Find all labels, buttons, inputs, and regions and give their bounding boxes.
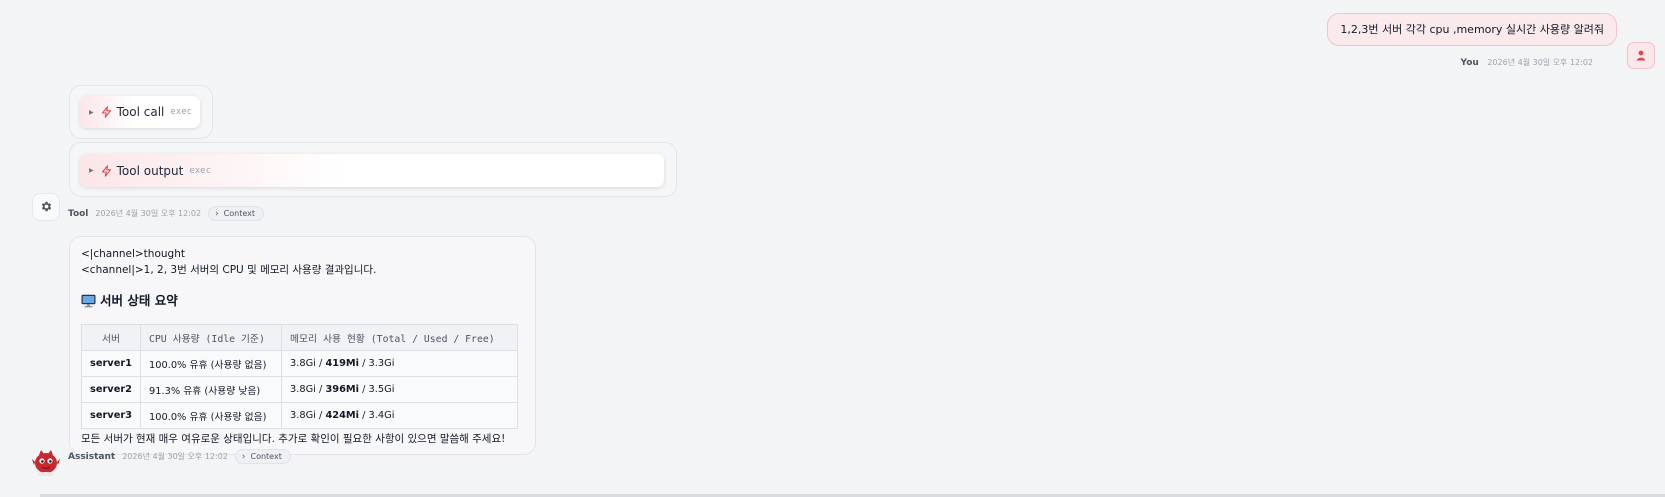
assistant-line-2: <channel|>1, 2, 3번 서버의 CPU 및 메모리 사용량 결과입… [81,264,377,276]
cpu-usage: 100.0% 유휴 (사용량 없음) [140,402,282,429]
tool-timestamp: 2026년 4월 30일 오후 12:02 [95,209,202,218]
assistant-message-bubble: <|channel>thought <channel|>1, 2, 3번 서버의… [69,236,536,455]
person-icon [1636,46,1646,65]
tool-avatar [32,193,60,221]
tool-output-block: ▶ Tool output exec [69,142,677,197]
tool-call-block: ▶ Tool call exec [69,85,213,139]
chevron-right-icon: › [241,451,246,462]
user-message-text: 1,2,3번 서버 각각 cpu ,memory 실시간 사용량 알려줘 [1340,23,1604,36]
context-label: Context [223,209,256,218]
mem-free: 3.3Gi [368,358,395,369]
header-server: 서버 [81,324,141,351]
chevron-right-icon: › [215,208,219,219]
user-avatar [1627,42,1655,69]
table-row: server1 100.0% 유휴 (사용량 없음) 3.8Gi / 419Mi… [81,350,518,377]
header-memory: 메모리 사용 현황 (Total / Used / Free) [281,324,518,351]
assistant-meta: Assistant 2026년 4월 30일 오후 12:02 › Contex… [68,449,291,464]
mem-used: 424Mi [325,410,359,421]
server-table: 서버 CPU 사용량 (Idle 기준) 메모리 사용 현황 (Total / … [81,324,518,429]
mem-free: 3.5Gi [368,384,395,395]
header-cpu: CPU 사용량 (Idle 기준) [140,324,282,351]
memory-usage: 3.8Gi / 419Mi / 3.3Gi [281,350,518,377]
memory-usage: 3.8Gi / 396Mi / 3.5Gi [281,376,518,403]
assistant-timestamp: 2026년 4월 30일 오후 12:02 [122,452,228,461]
mem-used: 396Mi [325,384,359,395]
server-name: server3 [81,402,141,429]
assistant-footer-text: 모든 서버가 현재 매우 여유로운 상태입니다. 추가로 확인이 필요한 사항이… [81,433,506,445]
monitor-icon [81,294,96,308]
assistant-name: Assistant [68,451,116,462]
tool-output-sub: exec [189,165,212,176]
bolt-icon [101,106,112,118]
mem-used: 419Mi [325,358,359,369]
tool-output-toggle[interactable]: ▶ Tool output exec [80,154,664,187]
mem-total: 3.8Gi [290,358,316,369]
cpu-usage: 100.0% 유휴 (사용량 없음) [140,350,282,377]
server-name: server1 [81,350,141,377]
red-bot-avatar-icon [31,447,61,477]
bolt-icon [101,164,112,177]
tool-call-toggle[interactable]: ▶ Tool call exec [80,96,200,128]
mem-free: 3.4Gi [368,410,395,421]
server-name: server2 [81,376,141,403]
gear-icon [40,198,53,217]
assistant-line-1: <|channel>thought [81,248,185,260]
context-label: Context [250,452,282,461]
tool-meta: Tool 2026년 4월 30일 오후 12:02 › Context [68,206,265,221]
user-timestamp: 2026년 4월 30일 오후 12:02 [1487,58,1593,67]
cpu-usage: 91.3% 유휴 (사용량 낮음) [140,376,282,403]
memory-usage: 3.8Gi / 424Mi / 3.4Gi [281,402,518,429]
user-name: You [1460,58,1479,68]
table-row: server2 91.3% 유휴 (사용량 낮음) 3.8Gi / 396Mi … [81,376,518,403]
table-header-row: 서버 CPU 사용량 (Idle 기준) 메모리 사용 현황 (Total / … [81,324,518,351]
summary-heading-text: 서버 상태 요약 [100,293,178,308]
expand-triangle-icon: ▶ [89,108,94,116]
tool-call-label: Tool call [116,105,165,119]
summary-heading: 서버 상태 요약 [81,292,524,310]
table-row: server3 100.0% 유휴 (사용량 없음) 3.8Gi / 424Mi… [81,402,518,429]
user-message-bubble: 1,2,3번 서버 각각 cpu ,memory 실시간 사용량 알려줘 [1327,13,1617,46]
tool-name: Tool [68,208,89,219]
expand-triangle-icon: ▶ [89,167,94,174]
assistant-context-button[interactable]: › Context [234,449,291,464]
mem-total: 3.8Gi [290,410,316,421]
tool-call-sub: exec [170,107,193,117]
tool-context-button[interactable]: › Context [208,206,265,221]
mem-total: 3.8Gi [290,384,316,395]
user-message-meta: You 2026년 4월 30일 오후 12:02 [1461,57,1593,68]
tool-output-label: Tool output [116,163,184,178]
